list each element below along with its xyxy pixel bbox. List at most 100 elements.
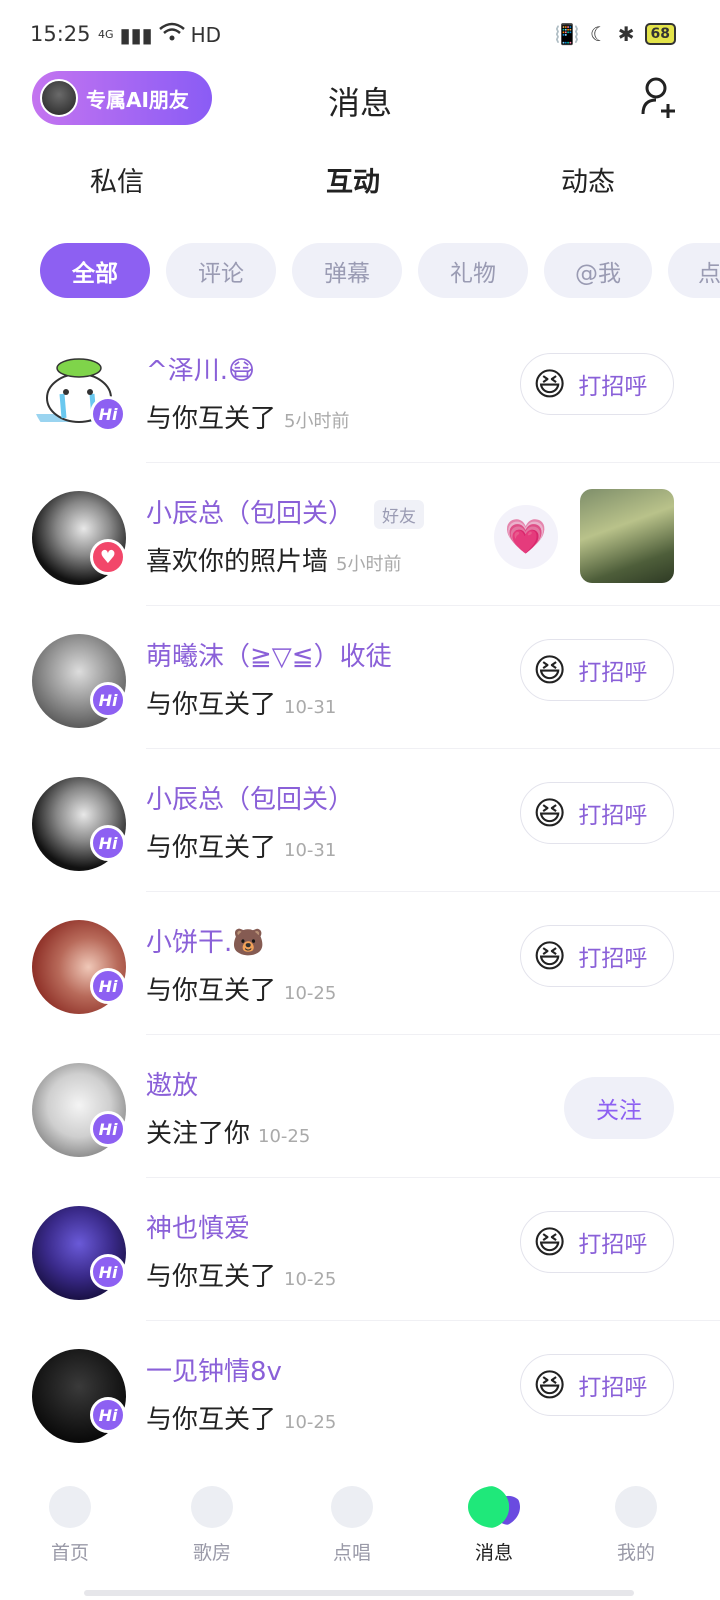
hi-badge: Hi — [90, 825, 126, 861]
nav-home-label: 首页 — [50, 1542, 89, 1564]
action-label: 与你互关了 — [146, 1262, 277, 1292]
user-name[interactable]: 小饼干.🐻 — [146, 922, 265, 959]
timestamp: 5小时前 — [284, 411, 350, 432]
user-name[interactable]: ^泽川.😷 — [146, 350, 255, 387]
tab-bar: 私信 互动 动态 — [0, 160, 720, 210]
nav-song-request-label: 点唱 — [332, 1542, 371, 1564]
home-indicator — [84, 1590, 634, 1596]
chip-all[interactable]: 全部 — [40, 243, 150, 298]
list-item[interactable]: Hi ^泽川.😷 与你互关了 5小时前 😆 打招呼 — [0, 320, 720, 463]
user-name[interactable]: 小辰总（包回关） — [146, 779, 354, 816]
filter-chips: 全部 评论 弹幕 礼物 @我 点 — [40, 243, 720, 298]
music-note-icon — [191, 1486, 233, 1528]
action-description: 喜欢你的照片墙 5小时前 — [146, 541, 401, 578]
hi-badge: Hi — [90, 1397, 126, 1433]
interaction-list: Hi ^泽川.😷 与你互关了 5小时前 😆 打招呼 ♥ 小辰总（包回关） 好友 喜欢… — [0, 320, 720, 1464]
action-description: 关注了你 10-25 — [146, 1113, 310, 1150]
chip-mentions[interactable]: @我 — [544, 243, 652, 298]
ai-friend-label: 专属AI朋友 — [86, 87, 189, 112]
add-user-icon[interactable] — [640, 76, 680, 120]
love-sticker-icon: 💗 — [494, 505, 558, 569]
greet-button[interactable]: 😆 打招呼 — [520, 639, 674, 701]
hi-badge: Hi — [90, 968, 126, 1004]
hi-badge: Hi — [90, 396, 126, 432]
list-item[interactable]: Hi 萌曦沫（≧▽≦）收徒 与你互关了 10-31 😆 打招呼 — [0, 606, 720, 749]
laughing-emoji-icon: 😆 — [533, 794, 567, 832]
list-item[interactable]: Hi 小饼干.🐻 与你互关了 10-25 😆 打招呼 — [0, 892, 720, 1035]
chip-gifts[interactable]: 礼物 — [418, 243, 528, 298]
message-icon — [468, 1486, 520, 1528]
greet-button[interactable]: 😆 打招呼 — [520, 782, 674, 844]
laughing-emoji-icon: 😆 — [533, 937, 567, 975]
photo-thumbnail[interactable] — [580, 489, 674, 583]
ai-friend-button[interactable]: 专属AI朋友 — [32, 71, 212, 125]
list-item[interactable]: Hi 一见钟情8v 与你互关了 10-25 😆 打招呼 — [0, 1321, 720, 1464]
follow-button[interactable]: 关注 — [564, 1077, 674, 1139]
friend-tag: 好友 — [374, 500, 425, 529]
greet-button[interactable]: 😆 打招呼 — [520, 1354, 674, 1416]
tab-moments[interactable]: 动态 — [561, 160, 615, 199]
timestamp: 10-25 — [284, 1412, 337, 1433]
laughing-emoji-icon: 😆 — [533, 651, 567, 689]
chat-bubble-icon — [331, 1486, 373, 1528]
user-name[interactable]: 小辰总（包回关） 好友 — [146, 493, 425, 530]
action-label: 喜欢你的照片墙 — [146, 547, 329, 577]
nav-profile[interactable]: 我的 — [576, 1486, 696, 1565]
action-label: 与你互关了 — [146, 833, 277, 863]
timestamp: 10-25 — [258, 1126, 311, 1147]
user-name[interactable]: 神也慎爱 — [146, 1208, 250, 1245]
timestamp: 10-25 — [284, 1269, 337, 1290]
user-name[interactable]: 一见钟情8v — [146, 1351, 282, 1388]
laughing-emoji-icon: 😆 — [533, 1366, 567, 1404]
bluetooth-icon: ✱ — [617, 22, 635, 46]
tab-private-messages[interactable]: 私信 — [90, 160, 144, 199]
greet-button-label: 打招呼 — [578, 1375, 648, 1401]
nav-home[interactable]: 首页 — [10, 1486, 130, 1565]
network-type: 4G — [98, 28, 114, 41]
action-label: 与你互关了 — [146, 404, 277, 434]
signal-icon: ▮▮▮ — [119, 22, 153, 47]
greet-button[interactable]: 😆 打招呼 — [520, 1211, 674, 1273]
hi-badge: Hi — [90, 1254, 126, 1290]
action-label: 与你互关了 — [146, 976, 277, 1006]
nav-karaoke-room[interactable]: 歌房 — [152, 1486, 272, 1565]
action-label: 关注了你 — [146, 1119, 251, 1149]
action-description: 与你互关了 10-31 — [146, 684, 336, 721]
moon-icon: ☾ — [589, 22, 608, 46]
list-item[interactable]: ♥ 小辰总（包回关） 好友 喜欢你的照片墙 5小时前 💗 — [0, 463, 720, 606]
user-name-label: 小辰总（包回关） — [146, 499, 355, 529]
hd-label: HD — [190, 22, 222, 47]
nav-song-request[interactable]: 点唱 — [292, 1486, 412, 1565]
action-description: 与你互关了 10-25 — [146, 970, 336, 1007]
status-time: 15:25 — [30, 22, 91, 46]
nav-messages[interactable]: 消息 — [434, 1486, 554, 1565]
list-item[interactable]: Hi 神也慎爱 与你互关了 10-25 😆 打招呼 — [0, 1178, 720, 1321]
list-item[interactable]: Hi 遨放 关注了你 10-25 关注 — [0, 1035, 720, 1178]
chip-danmaku[interactable]: 弹幕 — [292, 243, 402, 298]
greet-button-label: 打招呼 — [578, 1232, 648, 1258]
timestamp: 10-31 — [284, 840, 337, 861]
battery-icon: 68 — [644, 23, 676, 45]
tab-interactions[interactable]: 互动 — [326, 160, 380, 202]
user-name[interactable]: 萌曦沫（≧▽≦）收徒 — [146, 636, 392, 673]
greet-button-label: 打招呼 — [578, 803, 648, 829]
heart-badge-icon: ♥ — [90, 539, 126, 575]
action-description: 与你互关了 5小时前 — [146, 398, 349, 435]
action-label: 与你互关了 — [146, 690, 277, 720]
action-description: 与你互关了 10-31 — [146, 827, 336, 864]
chip-more[interactable]: 点 — [668, 243, 720, 298]
chip-comments[interactable]: 评论 — [166, 243, 276, 298]
status-network: 4G ▮▮▮ HD — [98, 22, 221, 47]
greet-button[interactable]: 😆 打招呼 — [520, 353, 674, 415]
hi-badge: Hi — [90, 682, 126, 718]
greet-button-label: 打招呼 — [578, 946, 648, 972]
tab-interactions-label: 互动 — [326, 167, 380, 198]
home-icon — [49, 1486, 91, 1528]
user-name[interactable]: 遨放 — [146, 1065, 198, 1102]
hi-badge: Hi — [90, 1111, 126, 1147]
vibrate-icon: 📳 — [554, 22, 580, 46]
greet-button[interactable]: 😆 打招呼 — [520, 925, 674, 987]
action-description: 与你互关了 10-25 — [146, 1256, 336, 1293]
list-item[interactable]: Hi 小辰总（包回关） 与你互关了 10-31 😆 打招呼 — [0, 749, 720, 892]
action-label: 与你互关了 — [146, 1405, 277, 1435]
